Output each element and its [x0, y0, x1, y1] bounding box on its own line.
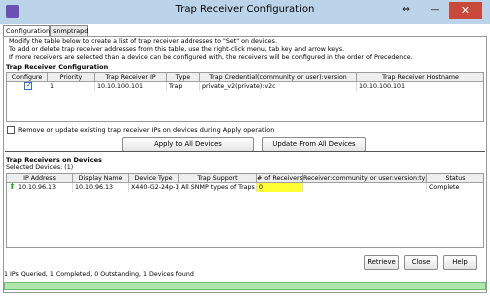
device-up-arrow-icon: ⬆: [9, 182, 16, 191]
table-row[interactable]: ✓ 1 10.10.100.101 Trap private_v2(privat…: [7, 81, 483, 91]
cell-credential: private_v2(private):v2c: [200, 82, 357, 91]
col-receiver-detail[interactable]: Receiver:community or user:version:type: [303, 174, 427, 183]
close-button[interactable]: Close: [404, 255, 438, 270]
col-status[interactable]: Status: [427, 174, 483, 183]
col-trap-receiver-hostname[interactable]: Trap Receiver Hostname: [357, 73, 483, 82]
col-type[interactable]: Type: [167, 73, 200, 82]
cell-display-name: 10.10.96.13: [73, 183, 129, 192]
col-display-name[interactable]: Display Name: [73, 174, 129, 183]
col-device-type[interactable]: Device Type: [129, 174, 179, 183]
cell-priority: 1: [48, 82, 95, 91]
col-trap-receiver-ip[interactable]: Trap Receiver IP: [95, 73, 167, 82]
restore-icon[interactable]: ⇔: [396, 2, 416, 19]
col-trap-support[interactable]: Trap Support: [179, 174, 257, 183]
devices-table: IP Address Display Name Device Type Trap…: [6, 173, 484, 248]
cell-trap-support: All SNMP types of Traps ...: [181, 183, 257, 192]
selected-devices-label: Selected Devices: (1): [6, 164, 74, 171]
status-text: 1 IPs Queried, 1 Completed, 0 Outstandin…: [4, 271, 194, 278]
instruction-line-1: Modify the table below to create a list …: [9, 38, 277, 45]
progress-bar: [4, 282, 486, 290]
update-from-all-devices-button[interactable]: Update From All Devices: [262, 137, 366, 152]
cell-status: Complete: [427, 183, 483, 192]
devices-section-title: Trap Receivers on Devices: [6, 156, 102, 164]
col-trap-credential[interactable]: Trap Credential(community or user):versi…: [200, 73, 357, 82]
cell-number-of-receivers: 0: [257, 183, 303, 192]
window-title: Trap Receiver Configuration: [175, 4, 315, 15]
cell-ip-address: 10.10.96.13: [16, 183, 73, 192]
help-button[interactable]: Help: [443, 255, 477, 270]
section-divider: [5, 151, 485, 152]
cell-device-type: X440-G2-24p-1...: [131, 183, 179, 192]
minimize-icon[interactable]: —: [425, 2, 445, 19]
cell-hostname: 10.10.100.101: [357, 82, 483, 91]
col-priority[interactable]: Priority: [48, 73, 95, 82]
progress-fill: [5, 283, 485, 289]
retrieve-button[interactable]: Retrieve: [364, 255, 399, 270]
checkmark-icon: ✓: [26, 81, 32, 89]
config-section-title: Trap Receiver Configuration: [6, 63, 109, 71]
instruction-line-2: To add or delete trap receiver addresses…: [9, 46, 345, 53]
config-table: Configure Priority Trap Receiver IP Type…: [6, 72, 484, 122]
cell-type: Trap: [167, 82, 200, 91]
table-row[interactable]: ⬆ 10.10.96.13 10.10.96.13 X440-G2-24p-1.…: [7, 182, 483, 192]
instruction-line-3: If more receivers are selected than a de…: [9, 54, 413, 61]
col-number-of-receivers[interactable]: # of Receivers: [257, 174, 303, 183]
cell-ip: 10.10.100.101: [95, 82, 167, 91]
close-window-button[interactable]: ✕: [449, 2, 482, 19]
cell-receiver-detail: [303, 183, 427, 192]
apply-to-all-devices-button[interactable]: Apply to All Devices: [122, 137, 254, 152]
configure-checkbox[interactable]: ✓: [24, 81, 32, 90]
remove-update-checkbox[interactable]: [7, 126, 15, 134]
remove-update-label: Remove or update existing trap receiver …: [18, 126, 275, 134]
col-ip-address[interactable]: IP Address: [7, 174, 73, 183]
